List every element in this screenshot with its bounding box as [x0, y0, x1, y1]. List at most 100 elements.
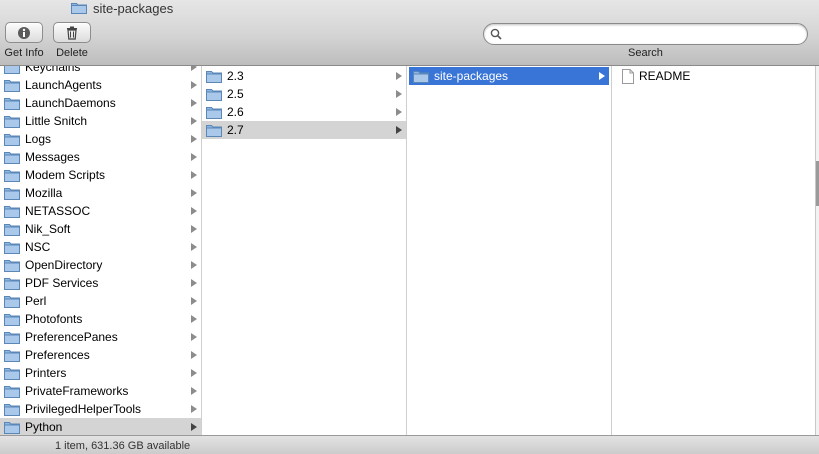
folder-icon: [4, 385, 20, 398]
folder-item[interactable]: Nik_Soft: [0, 220, 201, 238]
disclosure-arrow-icon: [191, 81, 197, 89]
item-label: 2.5: [227, 87, 244, 101]
folder-icon: [4, 367, 20, 380]
folder-icon: [206, 124, 222, 137]
folder-item[interactable]: PDF Services: [0, 274, 201, 292]
item-label: 2.6: [227, 105, 244, 119]
disclosure-arrow-icon: [191, 297, 197, 305]
item-label: Printers: [25, 366, 67, 380]
get-info-label: Get Info: [4, 47, 44, 59]
search-icon: [490, 28, 502, 40]
search-input[interactable]: [506, 26, 801, 42]
folder-item[interactable]: LaunchDaemons: [0, 94, 201, 112]
folder-icon: [4, 223, 20, 236]
item-label: Nik_Soft: [25, 222, 71, 236]
folder-item[interactable]: Modem Scripts: [0, 166, 201, 184]
folder-item[interactable]: PrivateFrameworks: [0, 382, 201, 400]
item-label: NETASSOC: [25, 204, 91, 218]
folder-item[interactable]: site-packages: [409, 67, 609, 85]
disclosure-arrow-icon: [191, 117, 197, 125]
item-label: Mozilla: [25, 186, 63, 200]
disclosure-arrow-icon: [191, 225, 197, 233]
folder-item[interactable]: 2.3: [202, 67, 406, 85]
folder-item[interactable]: 2.6: [202, 103, 406, 121]
folder-icon: [4, 259, 20, 272]
folder-item[interactable]: PrivilegedHelperTools: [0, 400, 201, 418]
folder-icon: [4, 205, 20, 218]
folder-icon: [4, 79, 20, 92]
disclosure-arrow-icon: [396, 72, 402, 80]
delete-pill[interactable]: [53, 22, 91, 43]
folder-item[interactable]: Perl: [0, 292, 201, 310]
column-4[interactable]: README: [612, 66, 815, 435]
item-label: LaunchDaemons: [25, 96, 116, 110]
disclosure-arrow-icon: [396, 90, 402, 98]
item-label: README: [639, 69, 691, 83]
status-bar: 1 item, 631.36 GB available: [0, 435, 819, 454]
item-label: Logs: [25, 132, 52, 146]
item-label: Keychains: [25, 66, 81, 74]
folder-icon: [71, 3, 87, 14]
get-info-button[interactable]: Get Info: [1, 22, 47, 62]
folder-icon: [4, 313, 20, 326]
folder-item[interactable]: OpenDirectory: [0, 256, 201, 274]
column-browser: Keychains LaunchAgents LaunchDaemons Little…: [0, 66, 819, 435]
delete-label: Delete: [56, 47, 88, 59]
disclosure-arrow-icon: [191, 369, 197, 377]
status-text: 1 item, 631.36 GB available: [55, 440, 191, 452]
folder-item[interactable]: LaunchAgents: [0, 76, 201, 94]
column-1[interactable]: Keychains LaunchAgents LaunchDaemons Little…: [0, 66, 202, 435]
item-label: Photofonts: [25, 312, 83, 326]
disclosure-arrow-icon: [191, 243, 197, 251]
folder-item[interactable]: Keychains: [0, 66, 201, 76]
disclosure-arrow-icon: [191, 405, 197, 413]
disclosure-arrow-icon: [191, 99, 197, 107]
folder-item[interactable]: Printers: [0, 364, 201, 382]
disclosure-arrow-icon: [191, 189, 197, 197]
folder-icon: [4, 97, 20, 110]
item-label: PrivilegedHelperTools: [25, 402, 142, 416]
disclosure-arrow-icon: [396, 108, 402, 116]
get-info-pill[interactable]: [5, 22, 43, 43]
disclosure-arrow-icon: [599, 72, 605, 80]
folder-item[interactable]: PreferencePanes: [0, 328, 201, 346]
folder-item[interactable]: Mozilla: [0, 184, 201, 202]
folder-icon: [4, 241, 20, 254]
file-item[interactable]: README: [612, 67, 815, 85]
item-label: PDF Services: [25, 276, 99, 290]
folder-item[interactable]: NSC: [0, 238, 201, 256]
disclosure-arrow-icon: [191, 261, 197, 269]
folder-item[interactable]: NETASSOC: [0, 202, 201, 220]
window-title: site-packages: [71, 0, 173, 16]
disclosure-arrow-icon: [396, 126, 402, 134]
disclosure-arrow-icon: [191, 279, 197, 287]
info-icon: [18, 26, 30, 39]
folder-item[interactable]: 2.5: [202, 85, 406, 103]
vertical-scrollbar[interactable]: [815, 66, 819, 435]
item-label: Little Snitch: [25, 114, 88, 128]
item-label: Python: [25, 420, 63, 434]
toolbar: site-packages Get Info Delete Search: [0, 0, 819, 66]
folder-item[interactable]: Messages: [0, 148, 201, 166]
folder-icon: [4, 169, 20, 182]
column-3[interactable]: site-packages: [407, 66, 612, 435]
folder-item[interactable]: Preferences: [0, 346, 201, 364]
folder-icon: [4, 421, 20, 434]
disclosure-arrow-icon: [191, 315, 197, 323]
folder-icon: [206, 106, 222, 119]
delete-button[interactable]: Delete: [49, 22, 95, 62]
window-title-text: site-packages: [93, 0, 174, 16]
search-field[interactable]: [483, 23, 808, 45]
folder-item[interactable]: 2.7: [202, 121, 406, 139]
folder-icon: [4, 151, 20, 164]
item-label: 2.3: [227, 69, 244, 83]
folder-item[interactable]: Photofonts: [0, 310, 201, 328]
folder-item[interactable]: Logs: [0, 130, 201, 148]
disclosure-arrow-icon: [191, 207, 197, 215]
folder-item[interactable]: Little Snitch: [0, 112, 201, 130]
disclosure-arrow-icon: [191, 351, 197, 359]
search-label: Search: [628, 47, 663, 59]
column-2[interactable]: 2.3 2.5 2.6 2.7: [202, 66, 407, 435]
folder-item[interactable]: Python: [0, 418, 201, 435]
item-label: PrivateFrameworks: [25, 384, 129, 398]
